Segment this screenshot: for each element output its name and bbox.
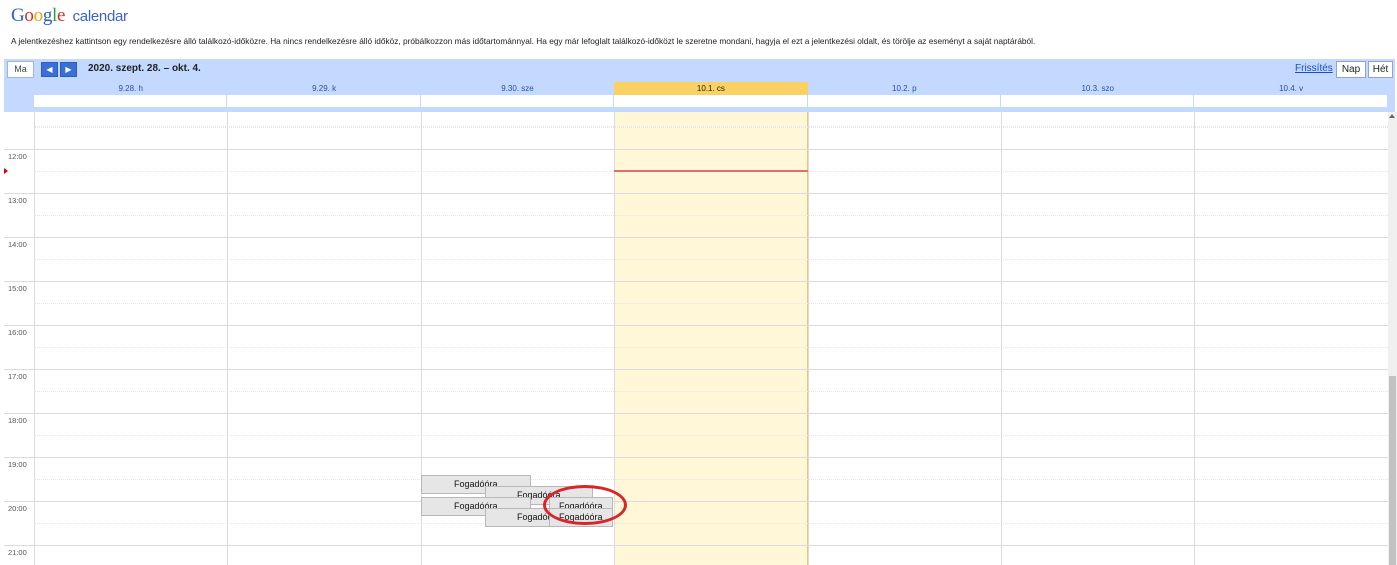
hour-gridline — [4, 545, 1388, 546]
all-day-cell[interactable] — [227, 95, 421, 107]
today-button[interactable]: Ma — [7, 61, 34, 78]
hour-gridline — [4, 237, 1388, 238]
time-label: 18:00 — [8, 416, 27, 425]
day-column-divider — [34, 112, 35, 565]
day-header-3: 10.1. cs — [614, 81, 808, 112]
all-day-cell[interactable] — [1001, 95, 1195, 107]
previous-week-button[interactable]: ◀ — [41, 62, 58, 77]
logo-letter-g: G — [11, 5, 25, 26]
today-column[interactable] — [614, 112, 808, 565]
day-header-label[interactable]: 10.2. p — [808, 82, 1001, 95]
day-header-6: 10.4. v — [1194, 81, 1388, 112]
hour-gridline — [4, 281, 1388, 282]
day-header-label[interactable]: 10.3. szo — [1001, 82, 1194, 95]
logo-letter-g2: g — [42, 5, 53, 26]
half-hour-gridline — [34, 126, 1388, 127]
logo-letter-e: e — [57, 5, 66, 26]
day-header-label[interactable]: 9.28. h — [34, 82, 227, 95]
day-header-5: 10.3. szo — [1001, 81, 1195, 112]
half-hour-gridline — [34, 347, 1388, 348]
day-header-label[interactable]: 10.4. v — [1194, 82, 1387, 95]
logo-letter-o2: o — [33, 5, 44, 26]
time-label: 19:00 — [8, 460, 27, 469]
scroll-thumb[interactable] — [1389, 376, 1396, 565]
half-hour-gridline — [34, 523, 1388, 524]
day-header-bar: 9.28. h 9.29. k 9.30. sze 10.1. cs 10.2. p 10… — [4, 81, 1395, 112]
current-time-marker-icon — [4, 168, 8, 174]
vertical-scrollbar[interactable] — [1388, 112, 1397, 565]
hour-gridline — [4, 325, 1388, 326]
hour-gridline — [4, 501, 1388, 502]
time-label: 14:00 — [8, 240, 27, 249]
day-header-label[interactable]: 9.30. sze — [421, 82, 614, 95]
next-week-button[interactable]: ▶ — [60, 62, 77, 77]
half-hour-gridline — [34, 215, 1388, 216]
hour-gridline — [4, 413, 1388, 414]
week-time-grid[interactable]: 12:00 13:00 14:00 15:00 16:00 17:00 18:00 19:00… — [4, 112, 1388, 565]
day-header-4: 10.2. p — [807, 81, 1001, 112]
week-view-button[interactable]: Hét — [1368, 61, 1393, 78]
chevron-left-icon: ◀ — [46, 65, 53, 74]
half-hour-gridline — [34, 259, 1388, 260]
all-day-cell[interactable] — [1194, 95, 1388, 107]
all-day-cell[interactable] — [34, 95, 228, 107]
highlight-circle-annotation — [542, 485, 627, 525]
time-label: 13:00 — [8, 196, 27, 205]
half-hour-gridline — [34, 303, 1388, 304]
refresh-link[interactable]: Frissítés — [1295, 63, 1333, 74]
half-hour-gridline — [34, 435, 1388, 436]
day-view-button[interactable]: Nap — [1336, 61, 1366, 78]
all-day-cell[interactable] — [807, 95, 1001, 107]
time-label: 20:00 — [8, 504, 27, 513]
instruction-text: A jelentkezéshez kattintson egy rendelke… — [11, 36, 1036, 46]
time-label: 16:00 — [8, 328, 27, 337]
hour-gridline — [4, 457, 1388, 458]
day-header-label[interactable]: 9.29. k — [227, 82, 420, 95]
time-label: 21:00 — [8, 548, 27, 557]
chevron-right-icon: ▶ — [65, 65, 72, 74]
time-label: 12:00 — [8, 152, 27, 161]
current-time-line — [614, 170, 808, 172]
day-header-0: 9.28. h — [34, 81, 228, 112]
google-calendar-logo: Google calendar — [11, 5, 128, 28]
time-label: 15:00 — [8, 284, 27, 293]
logo-letter-o1: o — [24, 5, 34, 26]
day-column-divider — [807, 112, 809, 565]
day-column-divider — [1194, 112, 1196, 565]
half-hour-gridline — [34, 479, 1388, 480]
logo-subtitle: calendar — [72, 8, 128, 25]
day-header-label[interactable]: 10.1. cs — [614, 82, 808, 95]
day-header-1: 9.29. k — [227, 81, 421, 112]
hour-gridline — [4, 369, 1388, 370]
hour-gridline — [4, 193, 1388, 194]
scroll-up-arrow-icon[interactable] — [1389, 114, 1395, 118]
day-column-divider — [227, 112, 229, 565]
hour-gridline — [4, 149, 1388, 150]
day-header-2: 9.30. sze — [420, 81, 615, 112]
all-day-cell[interactable] — [420, 95, 615, 107]
calendar-toolbar: Ma ◀ ▶ 2020. szept. 28. – okt. 4. Frissí… — [4, 59, 1395, 81]
day-column-divider — [1001, 112, 1002, 565]
half-hour-gridline — [34, 127, 1388, 128]
date-range-title: 2020. szept. 28. – okt. 4. — [88, 63, 201, 74]
half-hour-gridline — [34, 391, 1388, 392]
time-label: 17:00 — [8, 372, 27, 381]
all-day-cell[interactable] — [614, 95, 808, 107]
